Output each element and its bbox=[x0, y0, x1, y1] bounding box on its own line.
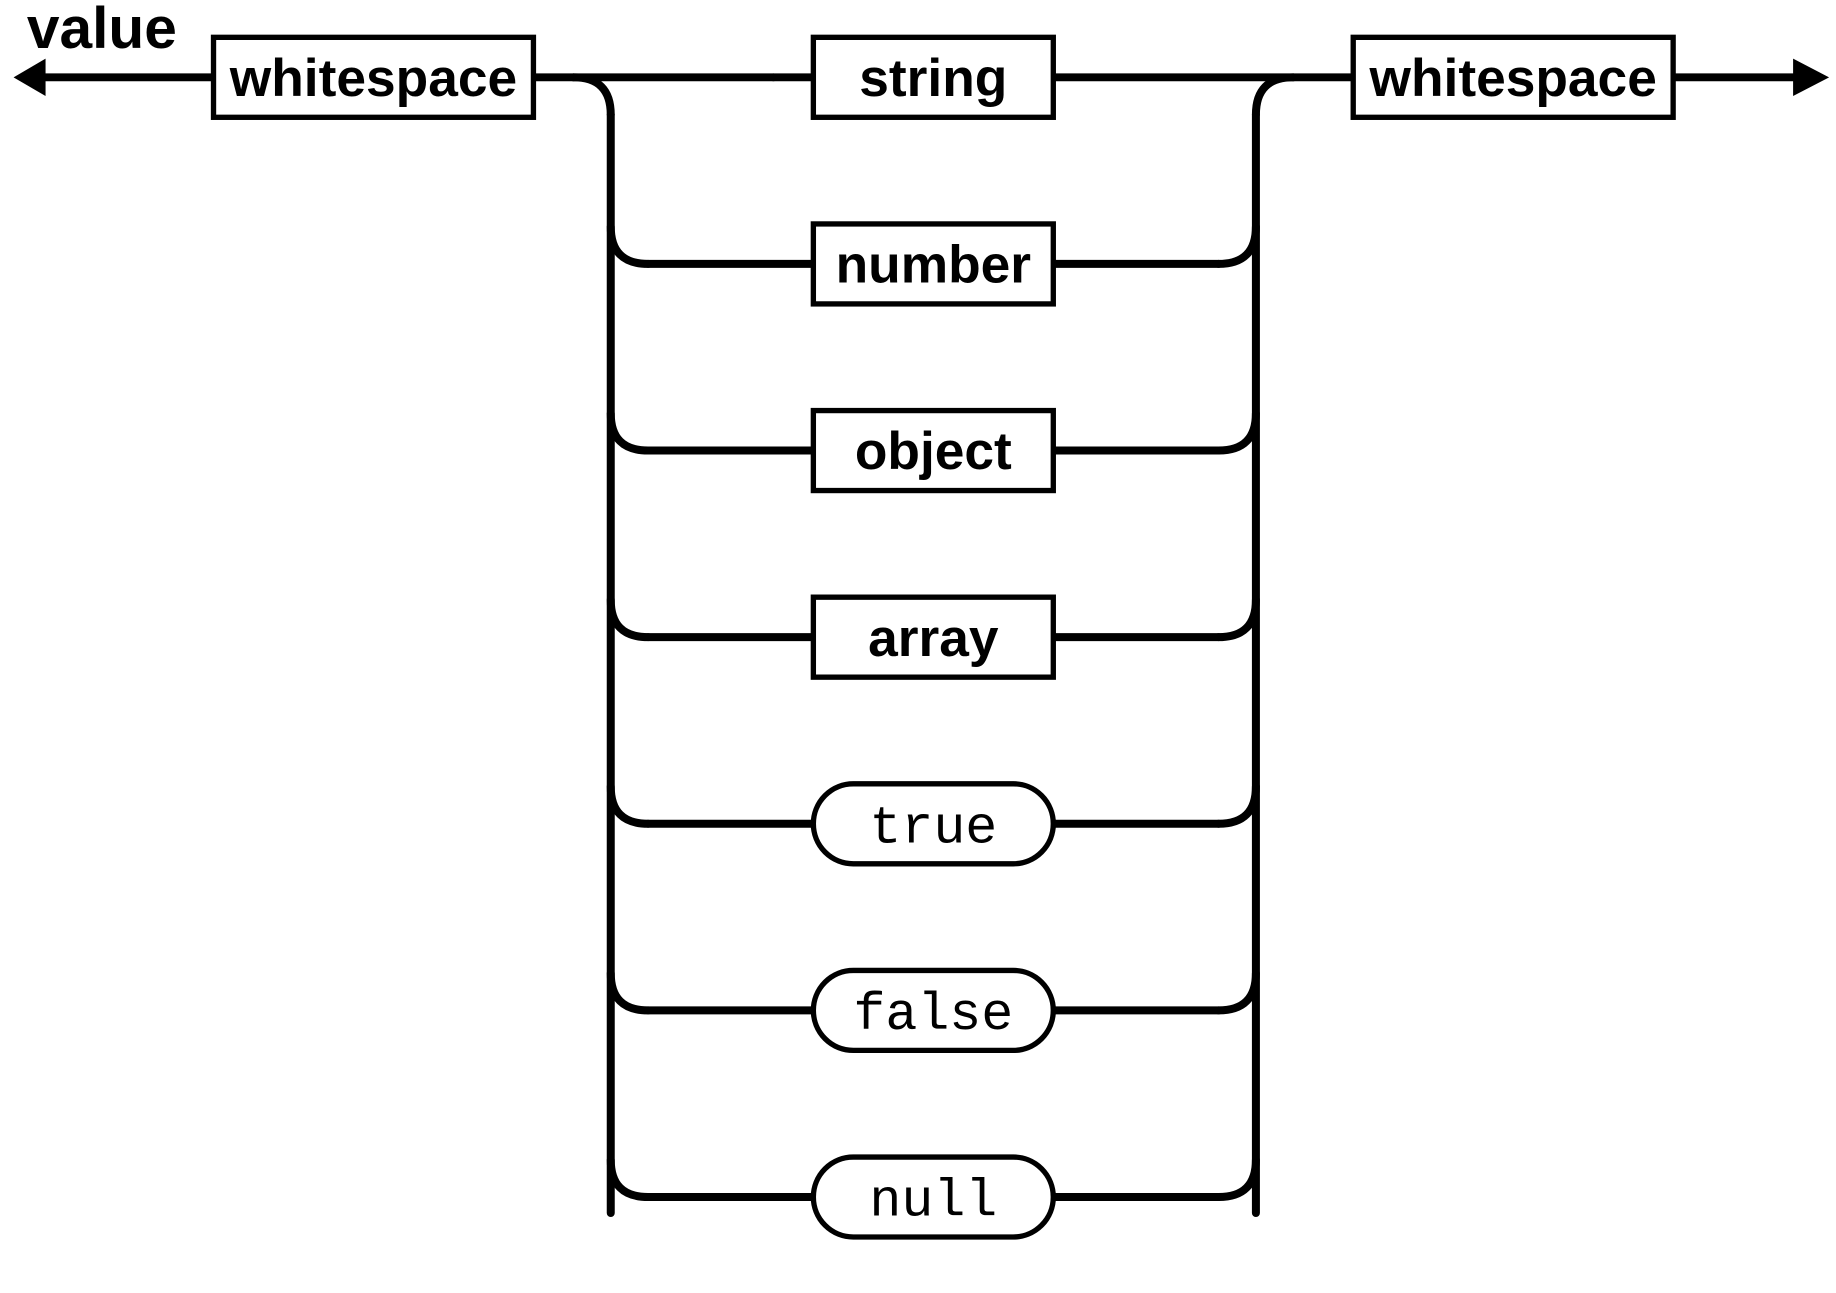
rule-title: value bbox=[27, 0, 177, 61]
node-label: array bbox=[868, 609, 999, 668]
node-label: string bbox=[859, 49, 1007, 108]
node-label: null bbox=[869, 1173, 997, 1233]
node-trailing-whitespace: whitespace bbox=[1353, 37, 1673, 117]
end-arrow-icon bbox=[1793, 59, 1829, 96]
node-label: whitespace bbox=[1369, 49, 1657, 108]
node-label: object bbox=[855, 422, 1012, 481]
start-arrow-icon bbox=[14, 59, 46, 96]
railroad-diagram: value bbox=[0, 0, 1836, 1293]
node-label: number bbox=[836, 236, 1031, 295]
node-label: whitespace bbox=[229, 49, 517, 108]
node-alt-false: false bbox=[813, 970, 1053, 1050]
node-alt-object: object bbox=[813, 411, 1053, 491]
node-alt-null: null bbox=[813, 1157, 1053, 1237]
node-label: false bbox=[853, 986, 1013, 1046]
node-leading-whitespace: whitespace bbox=[214, 37, 534, 117]
node-alt-string: string bbox=[813, 37, 1053, 117]
node-alt-true: true bbox=[813, 784, 1053, 864]
node-alt-array: array bbox=[813, 597, 1053, 677]
node-label: true bbox=[869, 799, 997, 859]
node-alt-number: number bbox=[813, 224, 1053, 304]
